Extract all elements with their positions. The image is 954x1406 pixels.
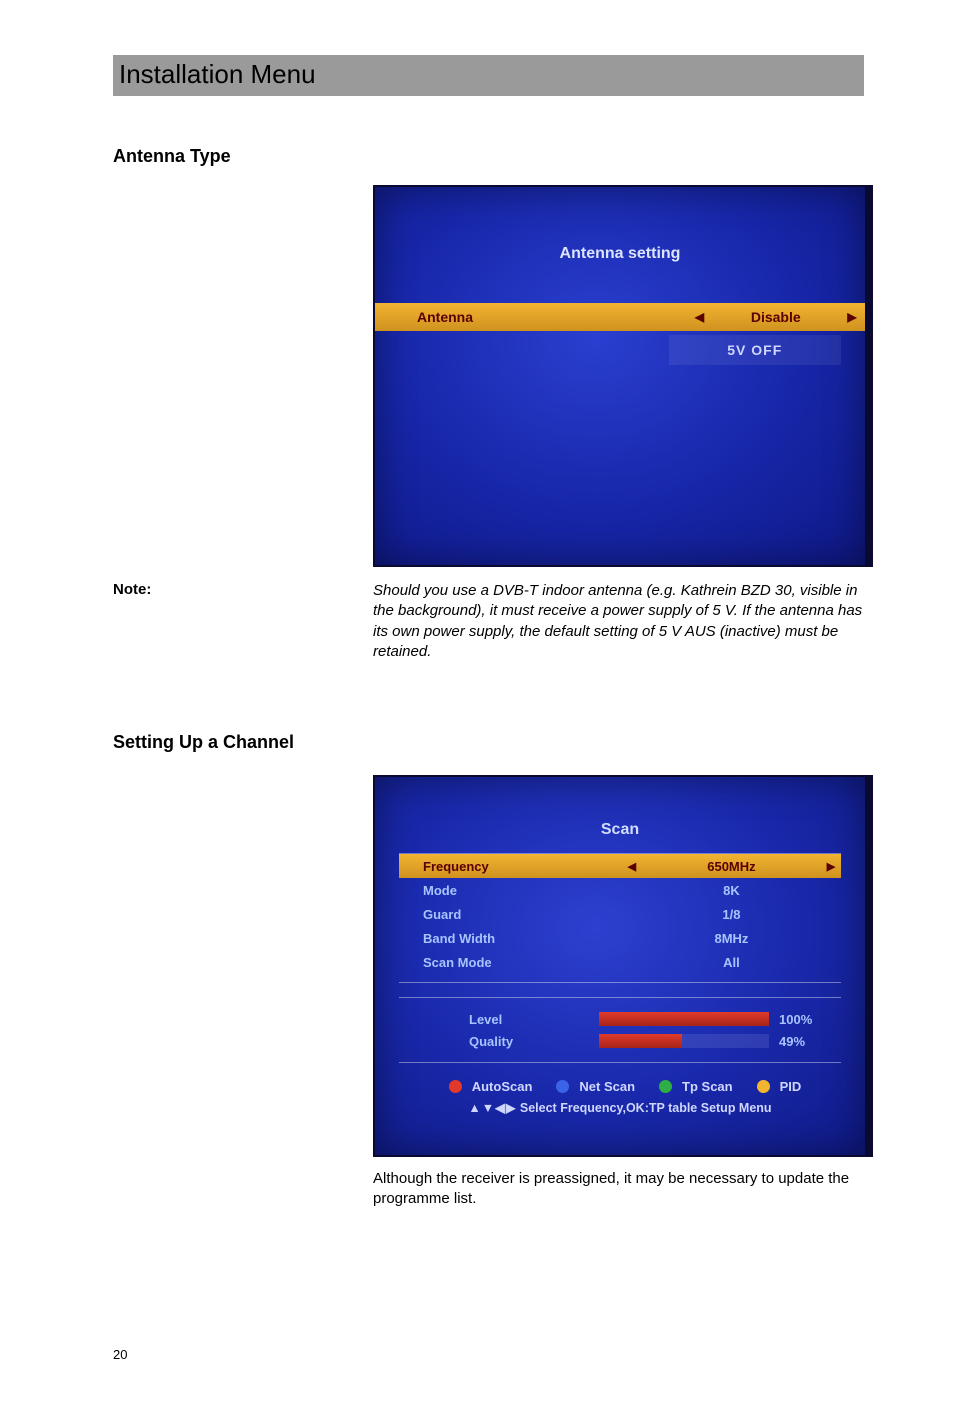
osd-row-label: Scan Mode	[399, 955, 622, 970]
osd-antenna-value: Disable	[713, 309, 840, 325]
meter-label: Quality	[399, 1034, 599, 1049]
meter-percent: 49%	[779, 1034, 839, 1049]
meter-level: Level 100%	[399, 1008, 841, 1030]
osd-row-label: Mode	[399, 883, 622, 898]
paragraph-after-scan: Although the receiver is preassigned, it…	[373, 1169, 864, 1210]
page-number: 20	[113, 1347, 127, 1362]
note-text: Should you use a DVB-T indoor antenna (e…	[373, 581, 864, 662]
osd-row-value: 1/8	[642, 907, 821, 922]
osd-hint: ▲▼◀▶ Select Frequency,OK:TP table Setup …	[375, 1100, 865, 1115]
osd-row-frequency[interactable]: Frequency ◀ 650MHz ▶	[399, 854, 841, 878]
osd-row-guard[interactable]: Guard 1/8	[399, 902, 841, 926]
osd-row-scanmode[interactable]: Scan Mode All	[399, 950, 841, 974]
dot-yellow-icon[interactable]	[757, 1080, 770, 1093]
osd-scan-title: Scan	[375, 777, 865, 839]
screenshot-scan: Scan Frequency ◀ 650MHz ▶ Mode 8K Guard	[373, 775, 873, 1157]
arrow-left-icon[interactable]: ◀	[622, 860, 642, 873]
osd-row-value: 650MHz	[642, 859, 821, 874]
heading-setting-up-channel: Setting Up a Channel	[113, 732, 864, 753]
dot-blue-icon[interactable]	[556, 1080, 569, 1093]
meter-bar	[599, 1012, 769, 1026]
osd-row-value: 8MHz	[642, 931, 821, 946]
dot-green-icon[interactable]	[659, 1080, 672, 1093]
legend-autoscan: AutoScan	[472, 1079, 533, 1094]
nav-arrows-icon: ▲▼◀▶	[468, 1101, 516, 1115]
osd-row-value: All	[642, 955, 821, 970]
osd-scan-settings: Frequency ◀ 650MHz ▶ Mode 8K Guard 1/8	[399, 853, 841, 983]
arrow-right-icon[interactable]: ▶	[821, 860, 841, 873]
arrow-right-icon[interactable]: ▶	[839, 310, 865, 324]
note-label: Note:	[113, 581, 373, 662]
osd-antenna-row[interactable]: Antenna ◀ Disable ▶	[375, 303, 865, 331]
osd-row-value: 8K	[642, 883, 821, 898]
osd-5v-status: 5V OFF	[669, 335, 841, 365]
meter-quality: Quality 49%	[399, 1030, 841, 1052]
osd-title: Antenna setting	[375, 187, 865, 263]
osd-row-label: Band Width	[399, 931, 622, 946]
osd-antenna-label: Antenna	[375, 309, 687, 325]
dot-red-icon[interactable]	[449, 1080, 462, 1093]
osd-hint-text: Select Frequency,OK:TP table Setup Menu	[520, 1101, 772, 1115]
heading-antenna-type: Antenna Type	[113, 146, 864, 167]
legend-pid: PID	[780, 1079, 802, 1094]
page-title-bar: Installation Menu	[113, 55, 864, 96]
arrow-left-icon[interactable]: ◀	[687, 310, 713, 324]
osd-signal-meters: Level 100% Quality 49%	[399, 997, 841, 1063]
osd-row-label: Guard	[399, 907, 622, 922]
osd-row-bandwidth[interactable]: Band Width 8MHz	[399, 926, 841, 950]
meter-bar	[599, 1034, 769, 1048]
meter-label: Level	[399, 1012, 599, 1027]
screenshot-antenna-setting: Antenna setting Antenna ◀ Disable ▶ 5V O…	[373, 185, 873, 567]
osd-row-label: Frequency	[399, 859, 622, 874]
osd-legend: AutoScan Net Scan Tp Scan PID	[375, 1079, 865, 1094]
legend-netscan: Net Scan	[579, 1079, 635, 1094]
osd-row-mode[interactable]: Mode 8K	[399, 878, 841, 902]
legend-tpscan: Tp Scan	[682, 1079, 733, 1094]
meter-percent: 100%	[779, 1012, 839, 1027]
